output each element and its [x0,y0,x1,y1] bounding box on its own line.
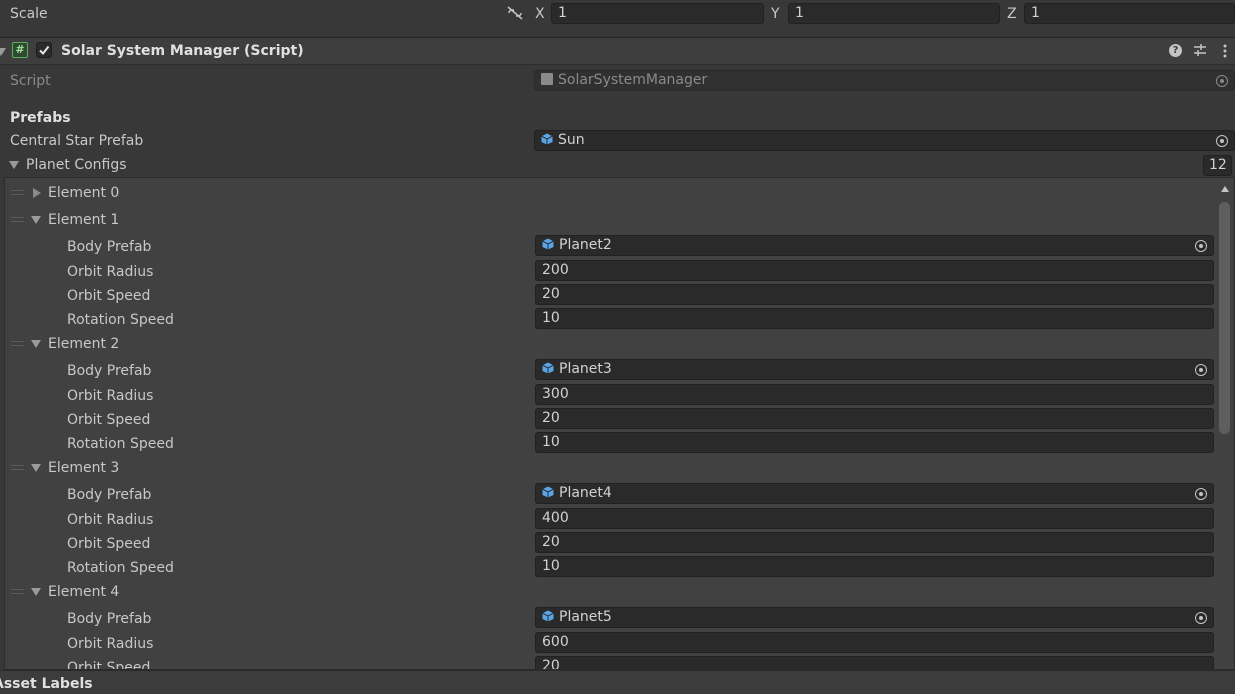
orbit-radius-field[interactable]: 200 [535,260,1214,281]
rotation-speed-field[interactable]: 10 [535,308,1214,329]
body-prefab-label: Body Prefab [67,487,152,503]
body-prefab-value: Planet4 [559,485,612,501]
orbit-speed-label: Orbit Speed [67,660,151,670]
drag-handle[interactable] [11,589,24,594]
rotation-speed-field[interactable]: 10 [535,432,1214,453]
scale-label: Scale [10,6,48,22]
drag-handle[interactable] [11,465,24,470]
drag-handle[interactable] [11,217,24,222]
script-field: SolarSystemManager [534,70,1235,91]
orbit-radius-field[interactable]: 300 [535,384,1214,405]
body-prefab-field[interactable]: Planet3 [535,359,1214,380]
body-prefab-label: Body Prefab [67,611,152,627]
asset-labels-bar[interactable]: Asset Labels [0,670,1235,694]
object-picker-icon[interactable] [1216,135,1228,147]
element-0-foldout-arrow[interactable] [33,188,41,198]
element-0-label[interactable]: Element 0 [48,184,119,202]
orbit-speed-label: Orbit Speed [67,536,151,552]
unlink-icon[interactable] [506,5,524,21]
script-label: Script [10,73,51,89]
element-4-foldout-arrow[interactable] [31,588,41,596]
orbit-speed-field[interactable]: 20 [535,532,1214,553]
orbit-speed-label: Orbit Speed [67,288,151,304]
object-picker-icon[interactable] [1195,612,1207,624]
body-prefab-value: Planet5 [559,609,612,625]
body-prefab-field[interactable]: Planet5 [535,607,1214,628]
central-star-field[interactable]: Sun [534,130,1235,151]
prefab-cube-icon [542,362,554,374]
asset-labels-title: Asset Labels [0,676,93,692]
object-picker-icon[interactable] [1195,364,1207,376]
central-star-value: Sun [558,132,585,148]
rotation-speed-field[interactable]: 10 [535,556,1214,577]
object-picker-icon[interactable] [1195,240,1207,252]
orbit-radius-label: Orbit Radius [67,264,154,280]
planet-configs-label[interactable]: Planet Configs [26,156,127,174]
presets-icon[interactable] [1192,42,1208,58]
element-3-label[interactable]: Element 3 [48,459,119,477]
orbit-radius-field[interactable]: 400 [535,508,1214,529]
script-hash-icon: # [12,42,28,58]
component-title: Solar System Manager (Script) [61,43,304,59]
element-2-label[interactable]: Element 2 [48,335,119,353]
scale-z-label[interactable]: Z [1007,5,1017,23]
scrollbar-thumb[interactable] [1219,202,1230,434]
scale-y-field[interactable]: 1 [788,3,1000,24]
body-prefab-label: Body Prefab [67,363,152,379]
element-1-foldout-arrow[interactable] [31,216,41,224]
orbit-radius-field[interactable]: 600 [535,632,1214,653]
section-header-prefabs: Prefabs [10,110,71,126]
orbit-radius-label: Orbit Radius [67,512,154,528]
scale-y-label[interactable]: Y [771,5,780,23]
component-header[interactable]: # Solar System Manager (Script) ? [0,38,1235,65]
prefab-cube-icon [542,486,554,498]
planet-configs-size-field[interactable]: 12 [1203,155,1232,176]
orbit-radius-label: Orbit Radius [67,388,154,404]
scale-x-field[interactable]: 1 [551,3,764,24]
scale-x-label[interactable]: X [535,5,545,23]
rotation-speed-label: Rotation Speed [67,560,174,576]
orbit-speed-field[interactable]: 20 [535,408,1214,429]
element-4-label[interactable]: Element 4 [48,583,119,601]
element-2-foldout-arrow[interactable] [31,340,41,348]
scroll-up-arrow[interactable] [1221,186,1229,192]
planet-configs-foldout-arrow[interactable] [9,161,19,169]
central-star-label: Central Star Prefab [10,133,144,149]
orbit-speed-label: Orbit Speed [67,412,151,428]
element-3-foldout-arrow[interactable] [31,464,41,472]
rotation-speed-label: Rotation Speed [67,436,174,452]
rotation-speed-label: Rotation Speed [67,312,174,328]
element-1-label[interactable]: Element 1 [48,211,119,229]
orbit-radius-label: Orbit Radius [67,636,154,652]
help-icon[interactable]: ? [1169,44,1182,57]
drag-handle[interactable] [11,190,24,195]
orbit-speed-field[interactable]: 20 [535,656,1214,669]
body-prefab-value: Planet2 [559,237,612,253]
planet-configs-list: Element 0 Element 1 Body Prefab Planet2 … [4,177,1235,670]
drag-handle[interactable] [11,341,24,346]
kebab-menu-icon[interactable] [1221,43,1229,59]
scale-row: Scale X 1 Y 1 Z 1 [0,0,1235,28]
script-file-icon [541,73,553,85]
script-value: SolarSystemManager [558,72,708,88]
enabled-checkbox[interactable] [36,42,52,58]
foldout-arrow[interactable] [0,48,6,56]
body-prefab-field[interactable]: Planet4 [535,483,1214,504]
object-picker-icon[interactable] [1195,488,1207,500]
body-prefab-field[interactable]: Planet2 [535,235,1214,256]
body-prefab-label: Body Prefab [67,239,152,255]
prefab-cube-icon [542,610,554,622]
object-picker-icon [1216,75,1228,87]
prefab-cube-icon [541,133,553,145]
body-prefab-value: Planet3 [559,361,612,377]
orbit-speed-field[interactable]: 20 [535,284,1214,305]
prefab-cube-icon [542,238,554,250]
scale-z-field[interactable]: 1 [1024,3,1235,24]
